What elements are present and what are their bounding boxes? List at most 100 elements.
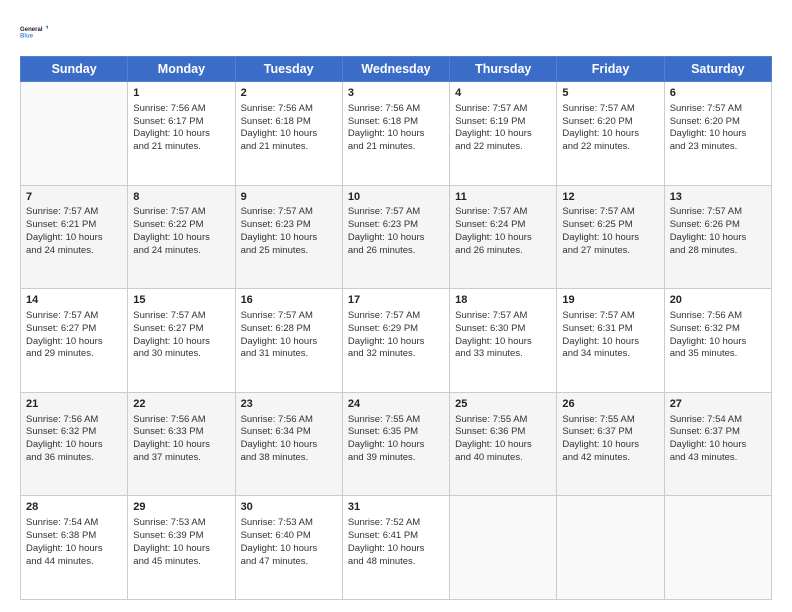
day-info-line: Daylight: 10 hours xyxy=(26,232,122,245)
day-info-line: Daylight: 10 hours xyxy=(455,336,551,349)
day-number: 11 xyxy=(455,190,551,205)
day-info-line: Sunrise: 7:54 AM xyxy=(26,517,122,530)
calendar-cell: 4Sunrise: 7:57 AMSunset: 6:19 PMDaylight… xyxy=(450,82,557,186)
day-info-line: Sunrise: 7:57 AM xyxy=(562,206,658,219)
calendar-cell: 28Sunrise: 7:54 AMSunset: 6:38 PMDayligh… xyxy=(21,496,128,600)
calendar-cell: 5Sunrise: 7:57 AMSunset: 6:20 PMDaylight… xyxy=(557,82,664,186)
day-info-line: and 32 minutes. xyxy=(348,348,444,361)
day-info-line: Sunrise: 7:57 AM xyxy=(670,103,766,116)
day-info-line: Daylight: 10 hours xyxy=(348,232,444,245)
day-number: 5 xyxy=(562,86,658,101)
header: General Blue xyxy=(20,18,772,46)
day-info-line: and 23 minutes. xyxy=(670,141,766,154)
calendar-cell: 23Sunrise: 7:56 AMSunset: 6:34 PMDayligh… xyxy=(235,392,342,496)
day-info-line: Daylight: 10 hours xyxy=(455,128,551,141)
day-info-line: Sunrise: 7:56 AM xyxy=(348,103,444,116)
day-number: 22 xyxy=(133,397,229,412)
calendar-cell: 25Sunrise: 7:55 AMSunset: 6:36 PMDayligh… xyxy=(450,392,557,496)
day-number: 29 xyxy=(133,500,229,515)
day-info-line: Sunset: 6:26 PM xyxy=(670,219,766,232)
day-info-line: Sunset: 6:31 PM xyxy=(562,323,658,336)
svg-text:Blue: Blue xyxy=(20,34,34,40)
day-info-line: Sunrise: 7:57 AM xyxy=(133,310,229,323)
day-header-monday: Monday xyxy=(128,57,235,82)
day-info-line: Daylight: 10 hours xyxy=(562,336,658,349)
day-info-line: and 40 minutes. xyxy=(455,452,551,465)
calendar-week-row: 28Sunrise: 7:54 AMSunset: 6:38 PMDayligh… xyxy=(21,496,772,600)
day-info-line: and 36 minutes. xyxy=(26,452,122,465)
day-info-line: Daylight: 10 hours xyxy=(455,232,551,245)
day-info-line: Daylight: 10 hours xyxy=(241,543,337,556)
day-info-line: Daylight: 10 hours xyxy=(26,543,122,556)
page: General Blue SundayMondayTuesdayWednesda… xyxy=(0,0,792,612)
day-info-line: and 30 minutes. xyxy=(133,348,229,361)
day-info-line: Sunset: 6:32 PM xyxy=(670,323,766,336)
day-info-line: Daylight: 10 hours xyxy=(133,543,229,556)
day-info-line: Daylight: 10 hours xyxy=(241,336,337,349)
calendar-cell: 3 Sunrise: 7:56 AMSunset: 6:18 PMDaylight… xyxy=(342,82,449,186)
day-info-line: Sunrise: 7:57 AM xyxy=(241,206,337,219)
day-info-line: Daylight: 10 hours xyxy=(133,336,229,349)
day-info-line: Sunrise: 7:57 AM xyxy=(26,206,122,219)
day-info-line: Sunset: 6:40 PM xyxy=(241,530,337,543)
day-info-line: Daylight: 10 hours xyxy=(562,232,658,245)
day-info-line: and 22 minutes. xyxy=(455,141,551,154)
calendar-cell: 21Sunrise: 7:56 AMSunset: 6:32 PMDayligh… xyxy=(21,392,128,496)
day-info-line: and 24 minutes. xyxy=(26,245,122,258)
calendar-cell: 10Sunrise: 7:57 AMSunset: 6:23 PMDayligh… xyxy=(342,185,449,289)
day-info-line: Sunset: 6:20 PM xyxy=(562,116,658,129)
calendar-cell: 6Sunrise: 7:57 AMSunset: 6:20 PMDaylight… xyxy=(664,82,771,186)
day-info-line: Sunrise: 7:56 AM xyxy=(241,414,337,427)
day-info-line: Sunset: 6:36 PM xyxy=(455,426,551,439)
day-info-line: Daylight: 10 hours xyxy=(348,439,444,452)
day-info-line: Daylight: 10 hours xyxy=(133,232,229,245)
day-number: 17 xyxy=(348,293,444,308)
day-header-friday: Friday xyxy=(557,57,664,82)
day-info-line: Sunset: 6:33 PM xyxy=(133,426,229,439)
calendar-cell: 1Sunrise: 7:56 AMSunset: 6:17 PMDaylight… xyxy=(128,82,235,186)
day-info-line: Sunrise: 7:52 AM xyxy=(348,517,444,530)
day-info-line: Daylight: 10 hours xyxy=(26,336,122,349)
day-info-line: and 24 minutes. xyxy=(133,245,229,258)
day-info-line: Sunset: 6:41 PM xyxy=(348,530,444,543)
day-info-line: Daylight: 10 hours xyxy=(455,439,551,452)
day-info-line: Sunset: 6:22 PM xyxy=(133,219,229,232)
day-info-line: Daylight: 10 hours xyxy=(348,128,444,141)
day-number: 25 xyxy=(455,397,551,412)
day-info-line: Sunset: 6:27 PM xyxy=(26,323,122,336)
day-info-line: Sunset: 6:37 PM xyxy=(562,426,658,439)
day-info-line: Sunrise: 7:54 AM xyxy=(670,414,766,427)
calendar-cell: 27Sunrise: 7:54 AMSunset: 6:37 PMDayligh… xyxy=(664,392,771,496)
day-info-line: and 21 minutes. xyxy=(241,141,337,154)
day-number: 24 xyxy=(348,397,444,412)
day-header-wednesday: Wednesday xyxy=(342,57,449,82)
day-info-line: and 26 minutes. xyxy=(455,245,551,258)
day-number: 23 xyxy=(241,397,337,412)
day-info-line: Sunset: 6:18 PM xyxy=(241,116,337,129)
day-info-line: Sunrise: 7:57 AM xyxy=(348,206,444,219)
day-info-line: Sunset: 6:23 PM xyxy=(241,219,337,232)
calendar-week-row: 1Sunrise: 7:56 AMSunset: 6:17 PMDaylight… xyxy=(21,82,772,186)
day-number: 1 xyxy=(133,86,229,101)
calendar-cell: 13Sunrise: 7:57 AMSunset: 6:26 PMDayligh… xyxy=(664,185,771,289)
calendar-cell: 12Sunrise: 7:57 AMSunset: 6:25 PMDayligh… xyxy=(557,185,664,289)
day-info-line: Sunset: 6:28 PM xyxy=(241,323,337,336)
day-info-line: Sunset: 6:39 PM xyxy=(133,530,229,543)
day-info-line: Sunrise: 7:55 AM xyxy=(562,414,658,427)
day-info-line: Sunset: 6:20 PM xyxy=(670,116,766,129)
calendar-cell: 11Sunrise: 7:57 AMSunset: 6:24 PMDayligh… xyxy=(450,185,557,289)
calendar-cell: 19Sunrise: 7:57 AMSunset: 6:31 PMDayligh… xyxy=(557,289,664,393)
day-info-line: Sunset: 6:24 PM xyxy=(455,219,551,232)
day-info-line: Sunset: 6:35 PM xyxy=(348,426,444,439)
calendar-cell xyxy=(664,496,771,600)
calendar-cell: 31Sunrise: 7:52 AMSunset: 6:41 PMDayligh… xyxy=(342,496,449,600)
calendar-cell: 22Sunrise: 7:56 AMSunset: 6:33 PMDayligh… xyxy=(128,392,235,496)
day-info-line: and 28 minutes. xyxy=(670,245,766,258)
day-number: 28 xyxy=(26,500,122,515)
day-info-line: Daylight: 10 hours xyxy=(241,439,337,452)
day-info-line: Daylight: 10 hours xyxy=(26,439,122,452)
day-info-line: Sunrise: 7:57 AM xyxy=(455,310,551,323)
day-info-line: Sunset: 6:18 PM xyxy=(348,116,444,129)
day-number: 3 xyxy=(348,86,444,101)
calendar-cell: 15Sunrise: 7:57 AMSunset: 6:27 PMDayligh… xyxy=(128,289,235,393)
